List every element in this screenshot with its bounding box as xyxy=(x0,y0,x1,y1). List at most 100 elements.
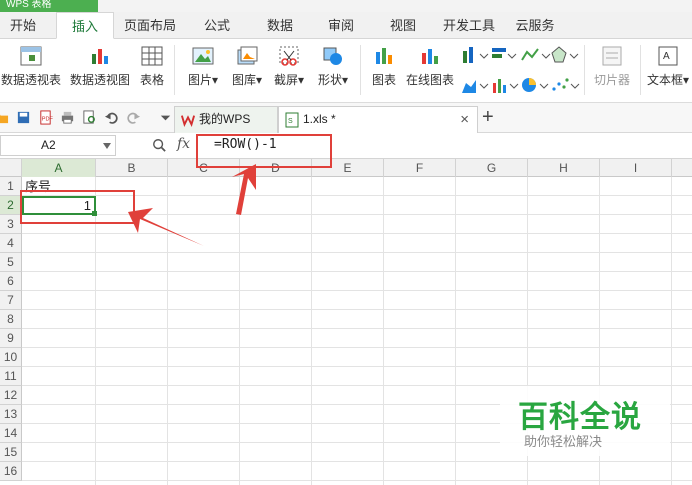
undo-icon[interactable] xyxy=(104,110,119,125)
gridline xyxy=(22,309,692,310)
column-header-i[interactable]: I xyxy=(600,159,672,177)
table-label: 表格 xyxy=(139,73,164,87)
doc-tab-file[interactable]: S 1.xls * × xyxy=(278,106,478,133)
gridline xyxy=(22,461,692,462)
formula-bar: A2 fx =ROW()-1 xyxy=(0,133,692,159)
customize-dropdown-icon[interactable] xyxy=(158,110,173,125)
screenshot-label: 截屏 xyxy=(273,73,298,87)
gallery-button[interactable]: 图库▾ xyxy=(226,39,268,101)
textbox-icon: A xyxy=(658,46,678,66)
tab-review[interactable]: 审阅 xyxy=(318,12,364,39)
shapes-button[interactable]: 形状▾ xyxy=(310,39,356,101)
textbox-dropdown-icon: ▾ xyxy=(682,73,690,87)
annotation-box-formula xyxy=(196,134,332,168)
row-header-4[interactable]: 4 xyxy=(0,234,22,253)
zoom-icon[interactable] xyxy=(152,138,166,152)
quick-access-bar: PDF 我的WPS S 1.xls * × + xyxy=(0,103,692,133)
row-header-9[interactable]: 9 xyxy=(0,329,22,348)
row-header-2[interactable]: 2 xyxy=(0,196,22,215)
row-header-13[interactable]: 13 xyxy=(0,405,22,424)
tab-page-layout[interactable]: 页面布局 xyxy=(118,12,182,39)
function-fx-icon[interactable]: fx xyxy=(177,136,190,152)
row-header-8[interactable]: 8 xyxy=(0,310,22,329)
gridline xyxy=(22,233,692,234)
redo-icon[interactable] xyxy=(126,110,141,125)
wps-logo-icon xyxy=(181,115,195,127)
online-chart-button[interactable]: 在线图表 xyxy=(404,39,456,101)
name-box[interactable]: A2 xyxy=(0,135,116,156)
app-badge[interactable]: WPS 表格 xyxy=(0,0,98,12)
shapes-icon xyxy=(323,47,342,65)
picture-button[interactable]: 图片▾ xyxy=(180,39,226,101)
name-box-value: A2 xyxy=(41,138,56,152)
tab-view[interactable]: 视图 xyxy=(380,12,426,39)
tab-developer[interactable]: 开发工具 xyxy=(438,12,500,39)
column-header-f[interactable]: F xyxy=(384,159,456,177)
row-header-14[interactable]: 14 xyxy=(0,424,22,443)
table-button[interactable]: 表格 xyxy=(134,39,170,101)
row-header-1[interactable]: 1 xyxy=(0,177,22,196)
doc-tab-my-wps-label: 我的WPS xyxy=(199,112,251,126)
print-preview-icon[interactable] xyxy=(82,110,97,125)
row-header-15[interactable]: 15 xyxy=(0,443,22,462)
row-header-12[interactable]: 12 xyxy=(0,386,22,405)
ribbon-divider xyxy=(640,45,641,95)
gridline xyxy=(383,177,384,485)
gridline xyxy=(311,177,312,485)
gridline xyxy=(22,480,692,481)
shapes-label: 形状 xyxy=(317,73,342,87)
row-header-6[interactable]: 6 xyxy=(0,272,22,291)
row-header-10[interactable]: 10 xyxy=(0,348,22,367)
export-pdf-icon[interactable]: PDF xyxy=(38,110,53,125)
scissors-icon xyxy=(279,46,299,66)
tab-data[interactable]: 数据 xyxy=(254,12,306,39)
picture-dropdown-icon: ▾ xyxy=(211,73,219,87)
textbox-button[interactable]: A 文本框▾ xyxy=(644,39,692,101)
screenshot-dropdown-icon: ▾ xyxy=(297,73,305,87)
tab-home[interactable]: 开始 xyxy=(0,12,46,39)
svg-text:A: A xyxy=(663,51,670,62)
gallery-icon xyxy=(237,46,258,65)
gridline xyxy=(22,290,692,291)
gridline xyxy=(22,347,692,348)
row-header-16[interactable]: 16 xyxy=(0,462,22,481)
open-folder-icon[interactable] xyxy=(0,110,9,125)
ribbon-tab-bar: 开始 插入 页面布局 公式 数据 审阅 视图 开发工具 云服务 xyxy=(0,12,692,39)
screenshot-button[interactable]: 截屏▾ xyxy=(268,39,310,101)
chart-label: 图表 xyxy=(371,73,396,87)
gridline xyxy=(455,177,456,485)
row-header-11[interactable]: 11 xyxy=(0,367,22,386)
row-header-5[interactable]: 5 xyxy=(0,253,22,272)
chart-button[interactable]: 图表 xyxy=(366,39,402,101)
tab-insert[interactable]: 插入 xyxy=(56,12,114,39)
pivot-chart-button[interactable]: 数据透视图 xyxy=(68,39,132,101)
column-header-g[interactable]: G xyxy=(456,159,528,177)
slicer-button[interactable]: 切片器 xyxy=(588,39,636,101)
add-tab-icon[interactable]: + xyxy=(482,104,494,130)
row-header-3[interactable]: 3 xyxy=(0,215,22,234)
table-icon xyxy=(141,46,163,66)
name-box-dropdown-icon[interactable] xyxy=(103,143,111,149)
print-icon[interactable] xyxy=(60,110,75,125)
ribbon-divider xyxy=(174,45,175,95)
tab-cloud-services[interactable]: 云服务 xyxy=(510,12,560,39)
column-header-b[interactable]: B xyxy=(96,159,168,177)
tab-formulas[interactable]: 公式 xyxy=(190,12,244,39)
pivot-table-button[interactable]: 数据透视表 xyxy=(0,39,62,101)
row-header-7[interactable]: 7 xyxy=(0,291,22,310)
column-header-a[interactable]: A xyxy=(22,159,96,177)
column-header-h[interactable]: H xyxy=(528,159,600,177)
pivot-table-icon xyxy=(20,46,42,66)
gridline xyxy=(22,271,692,272)
annotation-box-cell xyxy=(20,190,135,224)
watermark-subtitle: 助你轻松解决 xyxy=(524,434,603,449)
title-bar xyxy=(0,0,692,12)
select-all-corner[interactable] xyxy=(0,159,22,177)
svg-text:PDF: PDF xyxy=(42,116,53,122)
doc-tab-file-label: 1.xls * xyxy=(303,112,336,126)
doc-tab-my-wps[interactable]: 我的WPS xyxy=(174,106,278,133)
close-tab-icon[interactable]: × xyxy=(460,107,469,132)
online-chart-icon xyxy=(422,49,438,64)
save-icon[interactable] xyxy=(16,110,31,125)
pivot-table-label: 数据透视表 xyxy=(0,73,61,87)
